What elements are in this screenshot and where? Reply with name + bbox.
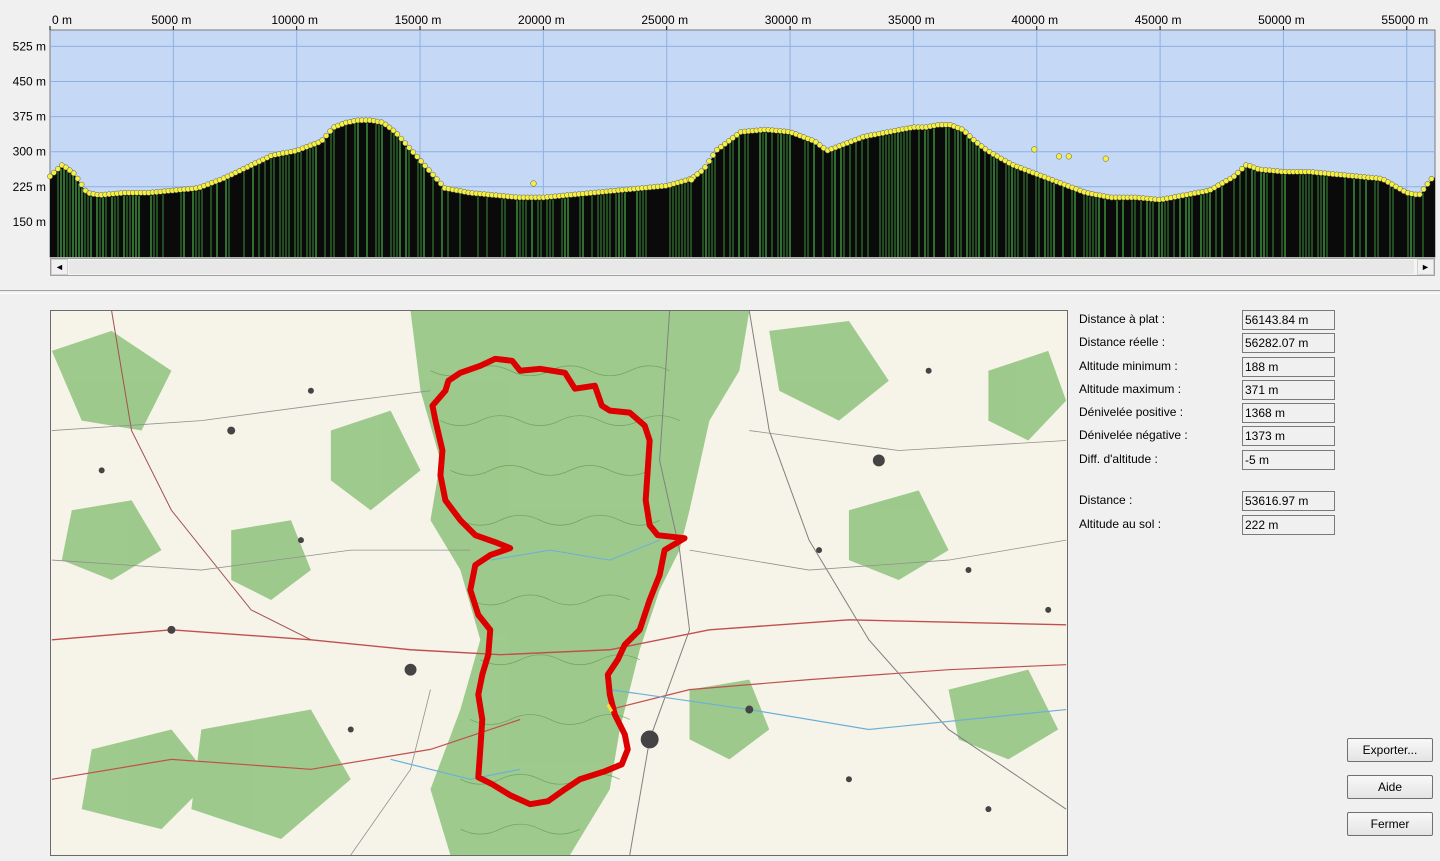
stat-label: Altitude maximum :: [1079, 382, 1182, 396]
x-tick-label: 45000 m: [1135, 13, 1182, 27]
arrow-left-icon: ◄: [55, 262, 64, 272]
stat-label: Altitude au sol :: [1079, 517, 1162, 531]
x-tick-label: 40000 m: [1011, 13, 1058, 27]
x-tick-label: 5000 m: [151, 13, 191, 27]
stat-denivele-positive: Dénivelée positive : 1368 m: [1078, 403, 1338, 423]
gps-point: [1428, 175, 1435, 182]
stat-value[interactable]: 56143.84 m: [1242, 310, 1335, 330]
profile-scrollbar[interactable]: ◄ ►: [50, 258, 1435, 276]
scroll-thumb[interactable]: [69, 260, 1414, 274]
stat-value[interactable]: 371 m: [1242, 380, 1335, 400]
gps-point-outlier: [688, 176, 695, 183]
y-tick-label: 300 m: [13, 145, 46, 159]
gps-point: [78, 181, 85, 188]
gps-point-outlier: [1065, 153, 1072, 160]
x-tick-label: 0 m: [52, 13, 72, 27]
x-tick-label: 20000 m: [518, 13, 565, 27]
stat-label: Distance à plat :: [1079, 312, 1166, 326]
gps-point: [433, 176, 440, 182]
close-button[interactable]: Fermer: [1347, 812, 1433, 836]
x-tick-label: 30000 m: [765, 13, 812, 27]
x-tick-label: 50000 m: [1258, 13, 1305, 27]
stat-distance: Distance : 53616.97 m: [1078, 491, 1338, 511]
stat-value[interactable]: 222 m: [1242, 515, 1335, 535]
x-tick-label: 15000 m: [395, 13, 442, 27]
gps-point: [702, 164, 709, 171]
arrow-right-icon: ►: [1421, 262, 1430, 272]
x-tick-label: 25000 m: [641, 13, 688, 27]
gps-point: [418, 158, 424, 165]
gps-point: [422, 162, 428, 169]
stat-value[interactable]: 1373 m: [1242, 426, 1335, 446]
stat-value[interactable]: 53616.97 m: [1242, 491, 1335, 511]
gps-point: [398, 135, 405, 142]
stat-distance-reelle: Distance réelle : 56282.07 m: [1078, 333, 1338, 353]
x-tick-label: 35000 m: [888, 13, 935, 27]
gps-point: [51, 169, 57, 176]
stat-diff-altitude: Diff. d'altitude : -5 m: [1078, 450, 1338, 470]
gps-point: [1235, 169, 1241, 176]
stat-altitude-min: Altitude minimum : 188 m: [1078, 357, 1338, 377]
topographic-map[interactable]: [50, 310, 1068, 856]
gps-point: [1416, 191, 1423, 198]
gps-point: [962, 129, 969, 136]
gps-point-outlier: [1102, 155, 1109, 162]
y-tick-label: 225 m: [13, 180, 46, 194]
gps-point: [1420, 186, 1427, 193]
stat-label: Distance réelle :: [1079, 335, 1166, 349]
y-tick-label: 375 m: [13, 110, 46, 124]
gps-point: [410, 149, 416, 156]
panel-splitter[interactable]: [0, 290, 1440, 294]
stat-distance-plat: Distance à plat : 56143.84 m: [1078, 310, 1338, 330]
stat-value[interactable]: 188 m: [1242, 357, 1335, 377]
scroll-left-button[interactable]: ◄: [51, 259, 68, 275]
stat-value[interactable]: -5 m: [1242, 450, 1335, 470]
y-tick-label: 150 m: [13, 215, 46, 229]
gps-point: [706, 158, 712, 165]
stat-value[interactable]: 56282.07 m: [1242, 333, 1335, 353]
gps-point: [74, 175, 81, 182]
stat-denivele-negative: Dénivelée négative : 1373 m: [1078, 426, 1338, 446]
gps-point: [394, 131, 401, 138]
gps-point: [1424, 181, 1431, 187]
stat-altitude-max: Altitude maximum : 371 m: [1078, 380, 1338, 400]
elevation-profile-chart[interactable]: 0 m 5000 m 10000 m 15000 m 20000 m 25000 m 300…: [0, 0, 1440, 280]
gps-point: [406, 144, 413, 151]
gps-point: [430, 171, 436, 178]
y-tick-label: 450 m: [13, 74, 46, 88]
y-axis-ticks: 525 m 450 m 375 m 300 m 225 m 150 m: [13, 39, 46, 229]
export-button[interactable]: Exporter...: [1347, 738, 1433, 762]
stat-label: Diff. d'altitude :: [1079, 452, 1158, 466]
gps-point: [402, 140, 409, 147]
stat-label: Distance :: [1079, 493, 1133, 507]
gps-point: [323, 132, 330, 139]
stat-altitude-sol: Altitude au sol : 222 m: [1078, 515, 1338, 535]
gps-point: [437, 180, 444, 187]
x-axis-ticks: 0 m 5000 m 10000 m 15000 m 20000 m 25000 m 300…: [49, 13, 1428, 30]
x-tick-label: 10000 m: [271, 13, 318, 27]
gps-point-outlier: [1031, 146, 1038, 153]
x-tick-label: 55000 m: [1381, 13, 1428, 27]
stat-label: Dénivelée négative :: [1079, 428, 1188, 442]
stat-label: Dénivelée positive :: [1079, 405, 1184, 419]
gps-point-outlier: [530, 180, 537, 187]
stat-value[interactable]: 1368 m: [1242, 403, 1335, 423]
gps-point-outlier: [1055, 153, 1063, 160]
gps-point: [414, 153, 420, 160]
stat-label: Altitude minimum :: [1079, 359, 1178, 373]
gps-point: [327, 128, 334, 135]
scroll-right-button[interactable]: ►: [1417, 259, 1434, 275]
y-tick-label: 525 m: [13, 39, 46, 53]
gps-point: [710, 152, 716, 159]
gps-point: [426, 167, 432, 174]
gps-point: [698, 168, 705, 175]
help-button[interactable]: Aide: [1347, 775, 1433, 799]
gps-point: [70, 170, 77, 177]
gps-point: [319, 137, 326, 144]
